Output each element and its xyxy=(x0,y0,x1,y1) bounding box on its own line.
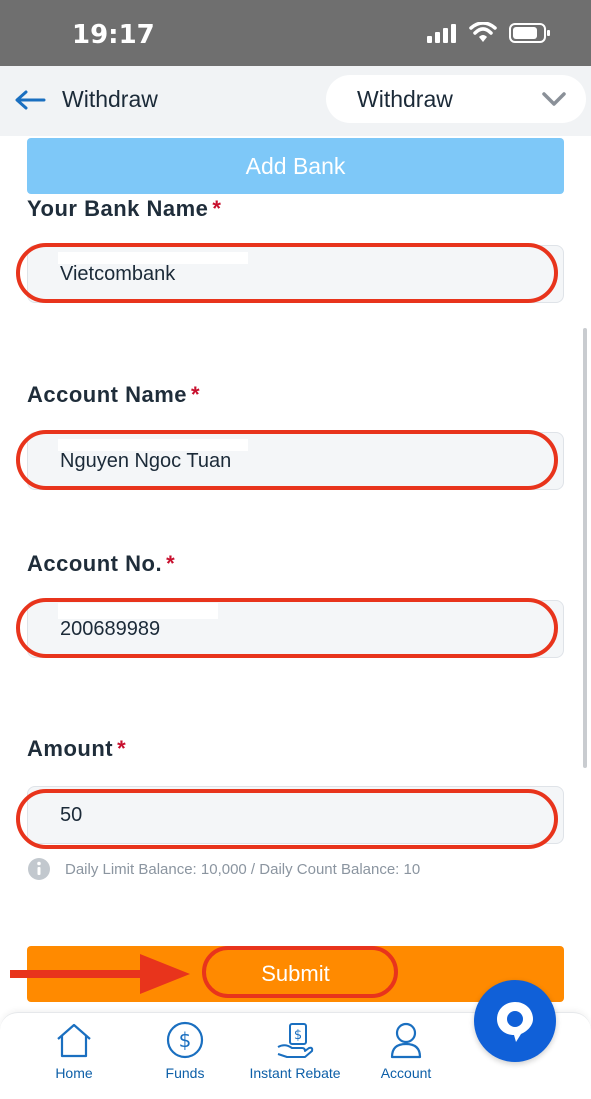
account-name-label: Account Name * xyxy=(27,382,200,408)
nav-funds-label: Funds xyxy=(165,1065,205,1081)
bank-name-value: Vietcombank xyxy=(60,263,176,285)
app-header: Withdraw Withdraw xyxy=(0,66,591,136)
required-mark: * xyxy=(212,196,222,221)
status-icons xyxy=(427,22,551,44)
redaction-mask xyxy=(58,603,218,619)
signal-icon xyxy=(427,24,456,43)
svg-text:$: $ xyxy=(179,1028,192,1052)
amount-label-text: Amount xyxy=(27,736,114,761)
chat-icon xyxy=(497,1002,533,1042)
svg-text:$: $ xyxy=(294,1028,302,1043)
account-no-label-text: Account No. xyxy=(27,551,163,576)
account-name-label-text: Account Name xyxy=(27,382,188,407)
nav-home-label: Home xyxy=(55,1065,93,1081)
rebate-icon: $ xyxy=(277,1023,314,1058)
nav-account[interactable]: Account xyxy=(351,1021,461,1081)
redaction-mask xyxy=(58,252,248,264)
scrollbar[interactable] xyxy=(583,328,587,768)
wifi-icon xyxy=(469,22,497,42)
account-no-label: Account No. * xyxy=(27,551,175,577)
add-bank-button[interactable]: Add Bank xyxy=(27,138,564,194)
hint-text: Daily Limit Balance: 10,000 / Daily Coun… xyxy=(65,860,421,878)
home-icon xyxy=(57,1023,91,1058)
add-bank-label: Add Bank xyxy=(245,152,346,179)
amount-field[interactable]: 50 xyxy=(27,786,564,844)
nav-funds[interactable]: $ Funds xyxy=(130,1021,240,1081)
required-mark: * xyxy=(191,382,201,407)
back-button[interactable] xyxy=(14,86,48,114)
info-icon xyxy=(28,858,50,880)
pointer-arrow-icon xyxy=(10,954,190,994)
dollar-icon: $ xyxy=(166,1021,204,1059)
status-bar: 19:17 xyxy=(0,0,591,66)
submit-label: Submit xyxy=(261,961,330,986)
bank-name-label-text: Your Bank Name xyxy=(27,196,209,221)
account-name-value: Nguyen Ngoc Tuan xyxy=(60,450,232,472)
chat-button[interactable] xyxy=(474,980,556,1062)
account-no-value: 200689989 xyxy=(60,618,161,640)
chevron-down-icon xyxy=(542,92,566,106)
required-mark: * xyxy=(117,736,127,761)
arrow-left-icon xyxy=(15,90,46,110)
nav-instant-rebate-label: Instant Rebate xyxy=(249,1065,341,1081)
amount-label: Amount * xyxy=(27,736,126,762)
nav-instant-rebate[interactable]: $ Instant Rebate xyxy=(240,1021,350,1081)
required-mark: * xyxy=(166,551,176,576)
battery-icon xyxy=(509,23,550,43)
account-name-field[interactable]: Nguyen Ngoc Tuan xyxy=(27,432,564,490)
page-title: Withdraw xyxy=(62,86,158,112)
nav-home[interactable]: Home xyxy=(19,1021,129,1081)
select-value: Withdraw xyxy=(357,86,453,112)
nav-account-label: Account xyxy=(380,1065,432,1081)
withdraw-type-select[interactable]: Withdraw xyxy=(326,75,586,123)
user-icon xyxy=(390,1022,422,1059)
limit-hint: Daily Limit Balance: 10,000 / Daily Coun… xyxy=(27,857,420,881)
status-time: 19:17 xyxy=(72,20,155,50)
bank-name-label: Your Bank Name * xyxy=(27,196,221,222)
amount-value: 50 xyxy=(60,804,83,826)
redaction-mask xyxy=(58,439,248,451)
account-no-field[interactable]: 200689989 xyxy=(27,600,564,658)
bank-name-field[interactable]: Vietcombank xyxy=(27,245,564,303)
